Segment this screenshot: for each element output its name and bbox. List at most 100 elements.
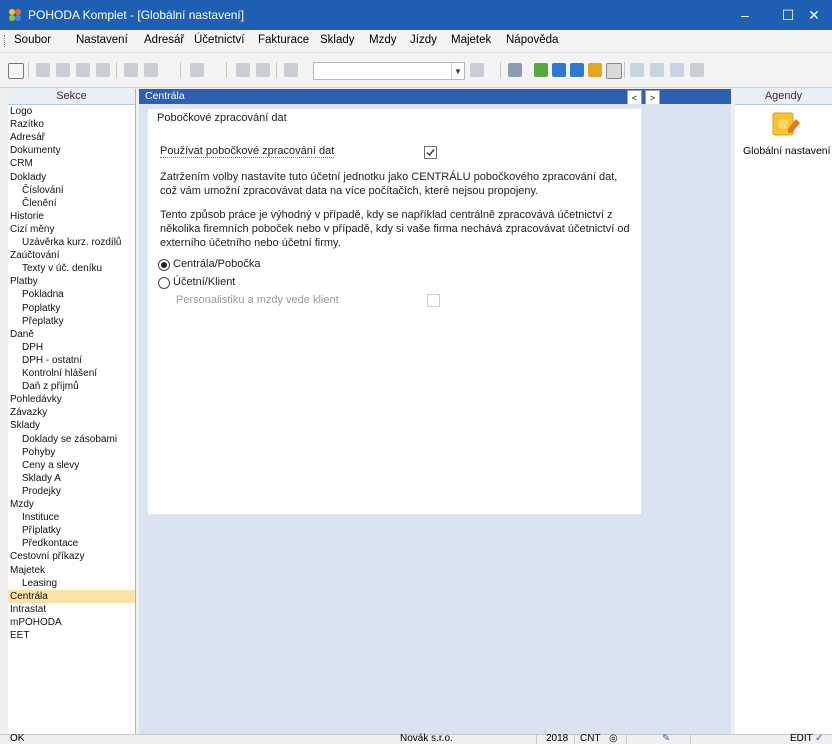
document-list-icon[interactable] [8, 63, 24, 79]
section-item[interactable]: mPOHODA [10, 616, 62, 629]
section-item[interactable]: Pohyby [22, 446, 55, 459]
toolbar-combo-box[interactable]: ▼ [313, 62, 465, 80]
section-item[interactable]: Dokumenty [10, 144, 61, 157]
menu-napoveda[interactable]: Nápověda [506, 34, 558, 46]
section-item[interactable]: Daň z příjmů [22, 380, 79, 393]
section-item[interactable]: Logo [10, 105, 32, 118]
use-branch-checkbox[interactable] [424, 146, 437, 159]
section-item[interactable]: Cizí měny [10, 223, 54, 236]
status-circle-icon: ◎ [609, 733, 618, 744]
section-item[interactable]: Závazky [10, 406, 47, 419]
section-item[interactable]: EET [10, 629, 29, 642]
calendar-icon[interactable] [508, 63, 522, 77]
agendas-panel: Agendy Globální nastavení [735, 89, 832, 734]
section-item[interactable]: Sklady A [22, 472, 61, 485]
section-item[interactable]: Uzávěrka kurz. rozdílů [22, 236, 121, 249]
radio-ucetni-label: Účetní/Klient [173, 276, 236, 288]
menu-soubor[interactable]: Soubor [14, 34, 51, 46]
menu-jizdy[interactable]: Jízdy [410, 34, 437, 46]
next-section-button[interactable]: > [645, 90, 660, 105]
agendas-header: Agendy [735, 89, 832, 105]
calculator-icon[interactable] [570, 63, 584, 77]
window-list-icon[interactable] [670, 63, 684, 77]
center-header: Centrála < > [139, 89, 731, 105]
menu-grip [4, 35, 7, 47]
section-item[interactable]: Přeplatky [22, 315, 64, 328]
section-item[interactable]: Intrastat [10, 603, 46, 616]
use-branch-label: Používat pobočkové zpracování dat [160, 145, 335, 158]
section-item[interactable]: Předkontace [22, 537, 78, 550]
toolbar-separator [28, 62, 29, 78]
section-item[interactable]: Příplatky [22, 524, 61, 537]
section-item[interactable]: Zaúčtování [10, 249, 59, 262]
status-year: 2018 [546, 733, 569, 744]
section-item[interactable]: Poplatky [22, 302, 60, 315]
users-icon[interactable] [588, 63, 602, 77]
radio-centrala[interactable] [158, 259, 170, 271]
global-settings-label[interactable]: Globální nastavení [743, 145, 831, 157]
export-icon[interactable] [96, 63, 110, 77]
status-company: Novák s.r.o. [400, 733, 453, 744]
chevron-left-icon: < [631, 92, 638, 103]
radio-ucetni[interactable] [158, 277, 170, 289]
section-item[interactable]: Prodejky [22, 485, 61, 498]
help-icon[interactable] [690, 63, 704, 77]
section-item[interactable]: Adresář [10, 131, 45, 144]
section-item[interactable]: Razítko [10, 118, 44, 131]
filter-icon[interactable] [470, 63, 484, 77]
section-item[interactable]: Kontrolní hlášení [22, 367, 97, 380]
global-settings-icon[interactable] [772, 111, 802, 139]
window-icon[interactable] [630, 63, 644, 77]
menu-nastaveni[interactable]: Nastavení [76, 34, 128, 46]
cut-icon[interactable] [36, 63, 50, 77]
save-icon[interactable] [236, 63, 250, 77]
payroll-checkbox[interactable] [427, 294, 440, 307]
section-item[interactable]: Instituce [22, 511, 59, 524]
menu-sklady[interactable]: Sklady [320, 34, 355, 46]
section-item[interactable]: Mzdy [10, 498, 34, 511]
section-item[interactable]: Členění [22, 197, 56, 210]
section-item[interactable]: Pokladna [22, 288, 64, 301]
menu-ucetnictvi[interactable]: Účetnictví [194, 34, 245, 46]
section-item[interactable]: Leasing [22, 577, 57, 590]
toolbar-separator [624, 62, 625, 78]
section-item[interactable]: Texty v úč. deníku [22, 262, 102, 275]
ean-icon[interactable] [606, 63, 622, 79]
menu-mzdy[interactable]: Mzdy [369, 34, 396, 46]
table-icon[interactable] [552, 63, 566, 77]
section-item[interactable]: Platby [10, 275, 38, 288]
menu-majetek[interactable]: Majetek [451, 34, 491, 46]
section-item[interactable]: Majetek [10, 564, 45, 577]
section-item[interactable]: Sklady [10, 419, 40, 432]
pencil-icon[interactable] [534, 63, 548, 77]
section-item[interactable]: CRM [10, 157, 33, 170]
section-item[interactable]: Historie [10, 210, 44, 223]
undo-icon[interactable] [124, 63, 138, 77]
section-item[interactable]: Centrála [8, 589, 135, 603]
toolbar-separator [276, 62, 277, 78]
print-preview-icon[interactable] [76, 63, 90, 77]
minimize-button[interactable]: – [722, 0, 768, 30]
window-split-icon[interactable] [650, 63, 664, 77]
menu-adresar[interactable]: Adresář [144, 34, 184, 46]
copy-icon[interactable] [284, 63, 298, 77]
tools-icon[interactable] [144, 63, 158, 77]
section-item[interactable]: Daně [10, 328, 34, 341]
section-item[interactable]: Pohledávky [10, 393, 62, 406]
menu-fakturace[interactable]: Fakturace [258, 34, 309, 46]
section-item[interactable]: Doklady [10, 171, 46, 184]
print-icon[interactable] [56, 63, 70, 77]
status-edit: EDIT [790, 733, 813, 744]
section-item[interactable]: DPH [22, 341, 43, 354]
save-as-icon[interactable] [256, 63, 270, 77]
section-item[interactable]: Číslování [22, 184, 64, 197]
section-item[interactable]: Cestovní příkazy [10, 550, 84, 563]
prev-section-button[interactable]: < [627, 90, 642, 105]
close-button[interactable]: ✕ [796, 0, 832, 30]
back-arrow-icon[interactable] [190, 63, 204, 77]
section-item[interactable]: Doklady se zásobami [22, 433, 117, 446]
chevron-down-icon[interactable]: ▼ [451, 63, 464, 79]
section-item[interactable]: DPH - ostatní [22, 354, 82, 367]
section-item[interactable]: Ceny a slevy [22, 459, 79, 472]
status-ok: OK [10, 733, 25, 744]
